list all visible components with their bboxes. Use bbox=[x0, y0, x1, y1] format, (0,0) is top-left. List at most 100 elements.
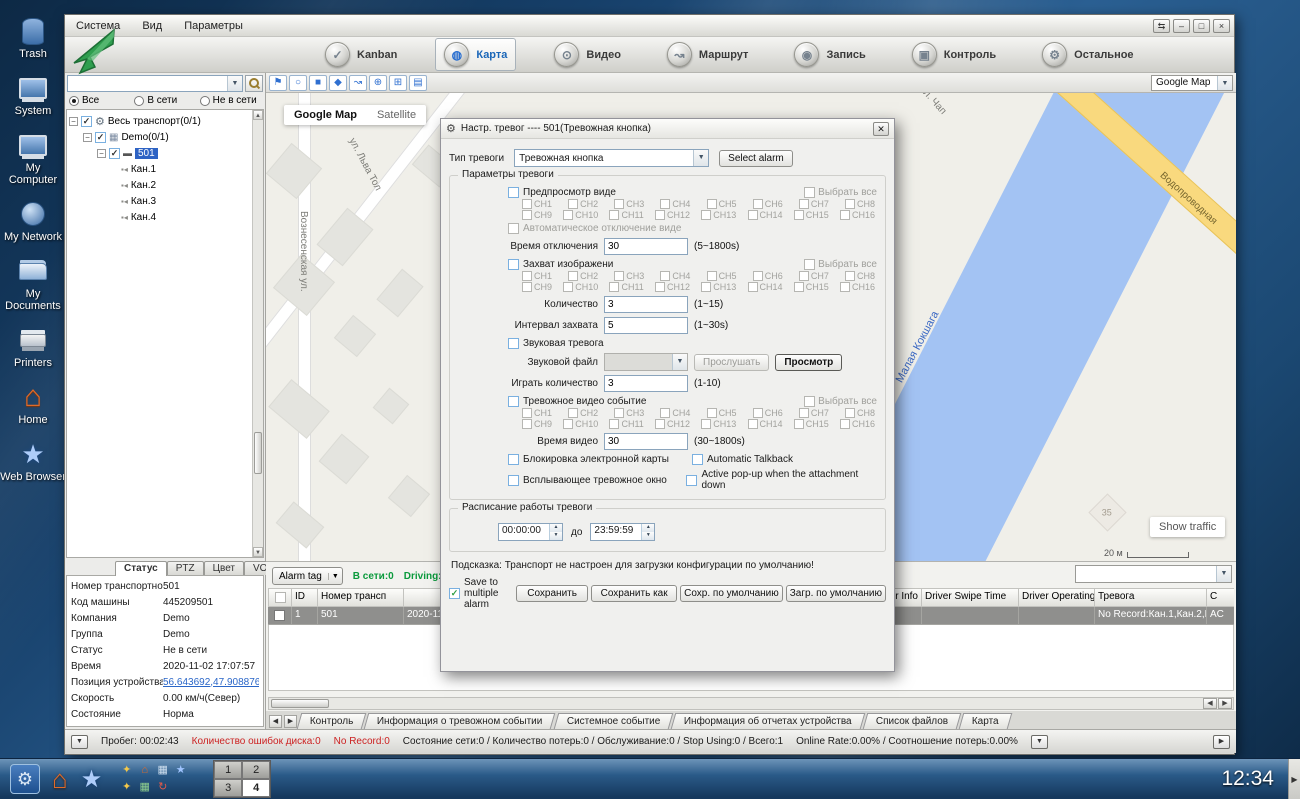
maximize-button[interactable]: □ bbox=[1193, 19, 1210, 33]
bottom-tab[interactable]: Системное событие bbox=[554, 713, 674, 729]
save-default-button[interactable]: Сохр. по умолчанию bbox=[680, 585, 783, 602]
channel-checkbox[interactable]: CH15 bbox=[794, 419, 829, 429]
scroll-left-icon[interactable]: ◀ bbox=[1203, 698, 1217, 709]
channel-checkbox[interactable]: CH3 bbox=[614, 408, 644, 418]
tab-video[interactable]: ⊙ Видео bbox=[546, 39, 629, 70]
menu-view[interactable]: Вид bbox=[131, 20, 173, 32]
select-alarm-button[interactable]: Select alarm bbox=[719, 150, 793, 167]
filter-radio[interactable]: Все bbox=[69, 95, 130, 106]
tray-icon-1[interactable]: ✦ bbox=[118, 763, 135, 779]
close-time-input[interactable] bbox=[604, 238, 688, 255]
search-input[interactable] bbox=[68, 76, 227, 91]
spin-down-icon[interactable]: ▼ bbox=[550, 532, 562, 540]
scroll-down-icon[interactable]: ▼ bbox=[253, 547, 263, 557]
active-popup-checkbox[interactable] bbox=[686, 475, 697, 486]
lock-map-checkbox[interactable] bbox=[508, 454, 519, 465]
channel-checkbox[interactable]: CH15 bbox=[794, 282, 829, 292]
flag-tool-icon[interactable]: ⚑ bbox=[269, 75, 287, 91]
tree-scrollbar[interactable]: ▲ ▼ bbox=[252, 110, 263, 557]
select-all-checkbox[interactable] bbox=[268, 588, 292, 607]
channel-checkbox[interactable]: CH8 bbox=[845, 271, 875, 281]
tree-channel-item[interactable]: ▪◂ Кан.3 bbox=[69, 193, 261, 209]
workspace-cell[interactable]: 3 bbox=[214, 779, 242, 797]
dialog-close-button[interactable]: ✕ bbox=[873, 122, 889, 136]
channel-checkbox[interactable]: CH15 bbox=[794, 210, 829, 220]
select-all-checkbox[interactable] bbox=[804, 259, 815, 270]
fullscreen-tool-icon[interactable]: ⊞ bbox=[389, 75, 407, 91]
tab-control[interactable]: ▣ Контроль bbox=[904, 39, 1004, 70]
tab-record[interactable]: ◉ Запись bbox=[786, 39, 873, 70]
column-id[interactable]: ID bbox=[292, 588, 318, 607]
channel-checkbox[interactable]: CH1 bbox=[522, 271, 552, 281]
spin-up-icon[interactable]: ▲ bbox=[642, 524, 654, 532]
scrollbar-thumb[interactable] bbox=[254, 432, 262, 474]
taskbar-browser-icon[interactable]: ★ bbox=[81, 765, 103, 794]
select-all-checkbox[interactable] bbox=[804, 396, 815, 407]
channel-checkbox[interactable]: CH2 bbox=[568, 199, 598, 209]
tray-icon-4[interactable]: ★ bbox=[172, 763, 189, 779]
tree-root-item[interactable]: − ⚙ Весь транспорт(0/1) bbox=[69, 113, 261, 129]
info-tab[interactable]: Цвет bbox=[204, 561, 244, 575]
tab-map[interactable]: ◍ Карта bbox=[435, 38, 516, 71]
column-driver-operating[interactable]: Driver Operating Ti bbox=[1019, 588, 1095, 607]
filter-radio[interactable]: В сети bbox=[134, 95, 195, 106]
video-time-input[interactable] bbox=[604, 433, 688, 450]
chevron-down-icon[interactable]: ▼ bbox=[227, 76, 242, 91]
tab-scroll-left-icon[interactable]: ◀ bbox=[269, 715, 282, 728]
tree-checkbox[interactable] bbox=[95, 132, 106, 143]
capture-interval-input[interactable] bbox=[604, 317, 688, 334]
preview-video-checkbox[interactable] bbox=[508, 187, 519, 198]
channel-checkbox[interactable]: CH14 bbox=[748, 282, 783, 292]
channel-checkbox[interactable]: CH2 bbox=[568, 271, 598, 281]
status-dropdown-icon[interactable]: ▼ bbox=[1031, 735, 1048, 749]
bottom-tab[interactable]: Список файлов bbox=[863, 713, 962, 729]
channel-checkbox[interactable]: CH5 bbox=[707, 408, 737, 418]
tree-channel-item[interactable]: ▪◂ Кан.4 bbox=[69, 209, 261, 225]
channel-checkbox[interactable]: CH9 bbox=[522, 210, 552, 220]
tray-icon-2[interactable]: ⌂ bbox=[136, 763, 153, 779]
bottom-tab[interactable]: Контроль bbox=[297, 713, 367, 729]
channel-checkbox[interactable]: CH2 bbox=[568, 408, 598, 418]
save-multiple-checkbox[interactable]: Save to multiple alarm bbox=[449, 577, 507, 610]
channel-checkbox[interactable]: CH13 bbox=[701, 419, 736, 429]
desktop-icon[interactable]: Web Browser bbox=[0, 439, 66, 483]
save-as-button[interactable]: Сохранить как bbox=[591, 585, 677, 602]
channel-checkbox[interactable]: CH12 bbox=[655, 282, 690, 292]
workspace-cell[interactable]: 1 bbox=[214, 761, 242, 779]
channel-checkbox[interactable]: CH4 bbox=[660, 408, 690, 418]
tree-channel-item[interactable]: ▪◂ Кан.2 bbox=[69, 177, 261, 193]
dialog-titlebar[interactable]: ⚙ Настр. тревог ---- 501(Тревожная кнопк… bbox=[441, 119, 894, 139]
alarm-tag-button[interactable]: Alarm tag ▼ bbox=[272, 567, 343, 585]
capture-checkbox[interactable] bbox=[508, 259, 519, 270]
channel-checkbox[interactable]: CH16 bbox=[840, 282, 875, 292]
desktop-icon[interactable]: My Computer bbox=[0, 130, 66, 186]
spin-up-icon[interactable]: ▲ bbox=[550, 524, 562, 532]
column-alarm[interactable]: Тревога bbox=[1095, 588, 1207, 607]
horizontal-scrollbar[interactable]: ◀ ▶ bbox=[268, 697, 1234, 710]
channel-checkbox[interactable]: CH3 bbox=[614, 199, 644, 209]
play-count-input[interactable] bbox=[604, 375, 688, 392]
collapse-icon[interactable]: − bbox=[69, 117, 78, 126]
bottom-tab[interactable]: Информация об отчетах устройства bbox=[671, 713, 865, 729]
channel-checkbox[interactable]: CH12 bbox=[655, 210, 690, 220]
polygon-tool-icon[interactable]: ◆ bbox=[329, 75, 347, 91]
channel-checkbox[interactable]: CH11 bbox=[609, 210, 643, 220]
column-driver-swipe[interactable]: Driver Swipe Time bbox=[922, 588, 1019, 607]
tree-channel-item[interactable]: ▪◂ Кан.1 bbox=[69, 161, 261, 177]
popup-window-checkbox[interactable] bbox=[508, 475, 519, 486]
tree-checkbox[interactable] bbox=[81, 116, 92, 127]
alarm-type-select[interactable]: Тревожная кнопка ▼ bbox=[514, 149, 709, 167]
alarm-filter-select[interactable]: ▼ bbox=[1075, 565, 1232, 583]
channel-checkbox[interactable]: CH1 bbox=[522, 408, 552, 418]
channel-checkbox[interactable]: CH1 bbox=[522, 199, 552, 209]
time-from-spinner[interactable]: 00:00:00 ▲▼ bbox=[498, 523, 563, 541]
channel-checkbox[interactable]: CH10 bbox=[563, 419, 598, 429]
workspace-cell[interactable]: 2 bbox=[242, 761, 270, 779]
view-button[interactable]: Просмотр bbox=[775, 354, 842, 371]
minimize-button[interactable]: – bbox=[1173, 19, 1190, 33]
channel-checkbox[interactable]: CH7 bbox=[799, 199, 829, 209]
channel-checkbox[interactable]: CH9 bbox=[522, 419, 552, 429]
save-tool-icon[interactable]: ▤ bbox=[409, 75, 427, 91]
desktop-icon[interactable]: Home bbox=[0, 382, 66, 426]
tab-other[interactable]: ⚙ Остальное bbox=[1034, 39, 1141, 70]
